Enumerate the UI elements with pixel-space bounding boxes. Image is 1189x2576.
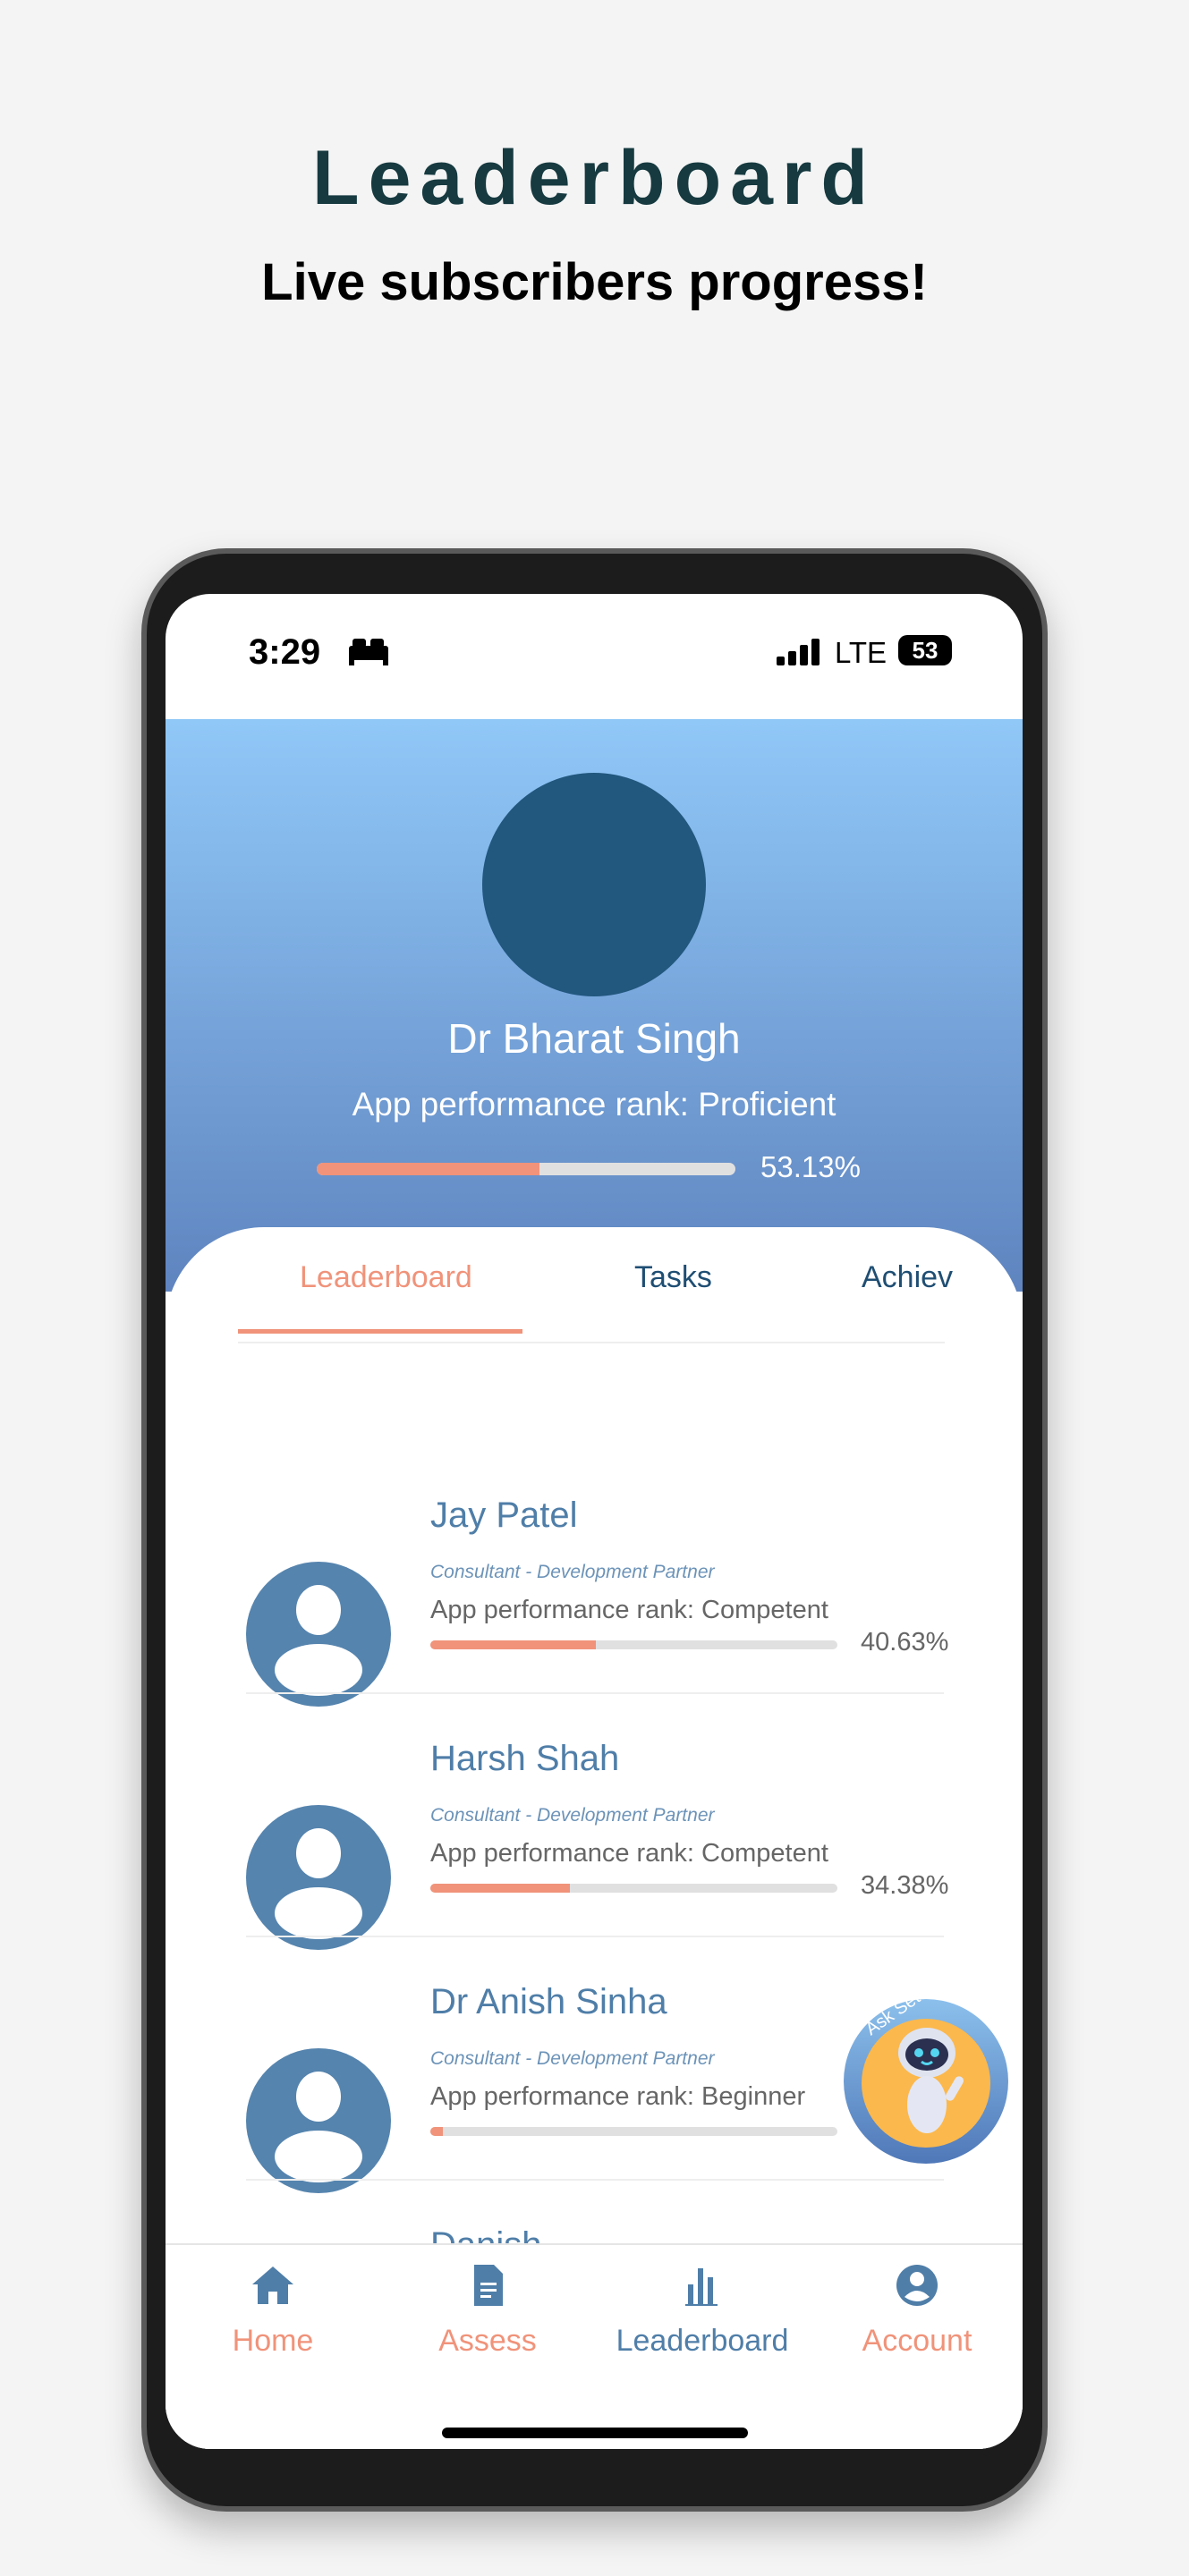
ask-setu-button[interactable]: Ask Setu xyxy=(844,1982,1008,2164)
user-progress-bar xyxy=(430,1640,837,1649)
home-icon xyxy=(252,2267,293,2304)
user-role: Consultant - Development Partner xyxy=(430,1805,715,1826)
profile-rank: App performance rank: Proficient xyxy=(352,1086,837,1123)
active-tab-indicator xyxy=(238,1329,522,1334)
user-name: Harsh Shah xyxy=(430,1739,620,1778)
profile-name: Dr Bharat Singh xyxy=(447,1015,741,1062)
battery-indicator: 53 xyxy=(898,635,952,665)
user-avatar-icon xyxy=(246,1805,391,1950)
nav-account[interactable]: Account xyxy=(810,2245,1023,2424)
nav-assess[interactable]: Assess xyxy=(380,2245,595,2424)
nav-label: Assess xyxy=(438,2324,537,2358)
promo-title: Leaderboard xyxy=(312,135,877,221)
leaderboard-row[interactable]: Harsh Shah Consultant - Development Part… xyxy=(166,1696,1023,1950)
tab-leaderboard[interactable]: Leaderboard xyxy=(300,1260,472,1295)
user-role: Consultant - Development Partner xyxy=(430,2048,715,2069)
bar-chart-icon xyxy=(685,2268,718,2306)
tabs-divider xyxy=(238,1342,945,1343)
profile-progress-label: 53.13% xyxy=(760,1150,861,1183)
network-label: LTE xyxy=(835,636,888,669)
nav-leaderboard[interactable]: Leaderboard xyxy=(595,2245,810,2424)
signal-icon xyxy=(777,639,820,665)
bed-icon xyxy=(349,639,388,665)
account-icon xyxy=(896,2265,938,2306)
nav-label: Home xyxy=(232,2324,314,2358)
row-divider xyxy=(246,1692,944,1694)
phone-screen: 3:29 LTE 53 Dr Bharat Singh App performa… xyxy=(166,594,1023,2449)
bottom-nav: Home Assess Leaderboard Account xyxy=(166,2243,1023,2449)
profile-progress-bar xyxy=(317,1163,735,1175)
profile-header: Dr Bharat Singh App performance rank: Pr… xyxy=(166,719,1023,1292)
robot-icon xyxy=(898,2028,964,2133)
user-rank: App performance rank: Competent xyxy=(430,1839,828,1868)
nav-home[interactable]: Home xyxy=(166,2245,380,2424)
status-time: 3:29 xyxy=(249,632,321,672)
user-progress-label: 40.63% xyxy=(861,1628,949,1657)
home-indicator xyxy=(442,2428,748,2438)
leaderboard-row[interactable]: Jay Patel Consultant - Development Partn… xyxy=(166,1453,1023,1707)
user-rank: App performance rank: Competent xyxy=(430,1596,828,1624)
tab-achievements[interactable]: Achiev xyxy=(862,1260,953,1295)
nav-label: Account xyxy=(862,2324,972,2358)
nav-label: Leaderboard xyxy=(616,2324,789,2358)
tab-tasks[interactable]: Tasks xyxy=(634,1260,712,1295)
document-icon xyxy=(474,2265,503,2306)
user-avatar-icon xyxy=(246,2048,391,2193)
user-name: Jay Patel xyxy=(430,1496,578,1535)
row-divider xyxy=(246,1936,944,1937)
row-divider xyxy=(246,2179,944,2181)
user-name: Dr Anish Sinha xyxy=(430,1982,667,2021)
profile-avatar[interactable] xyxy=(482,773,706,996)
user-progress-bar xyxy=(430,2127,837,2136)
user-rank: App performance rank: Beginner xyxy=(430,2082,806,2111)
promo-subtitle: Live subscribers progress! xyxy=(261,253,928,311)
user-avatar-icon xyxy=(246,1562,391,1707)
user-progress-bar xyxy=(430,1884,837,1893)
user-role: Consultant - Development Partner xyxy=(430,1562,715,1582)
user-progress-label: 34.38% xyxy=(861,1871,949,1900)
